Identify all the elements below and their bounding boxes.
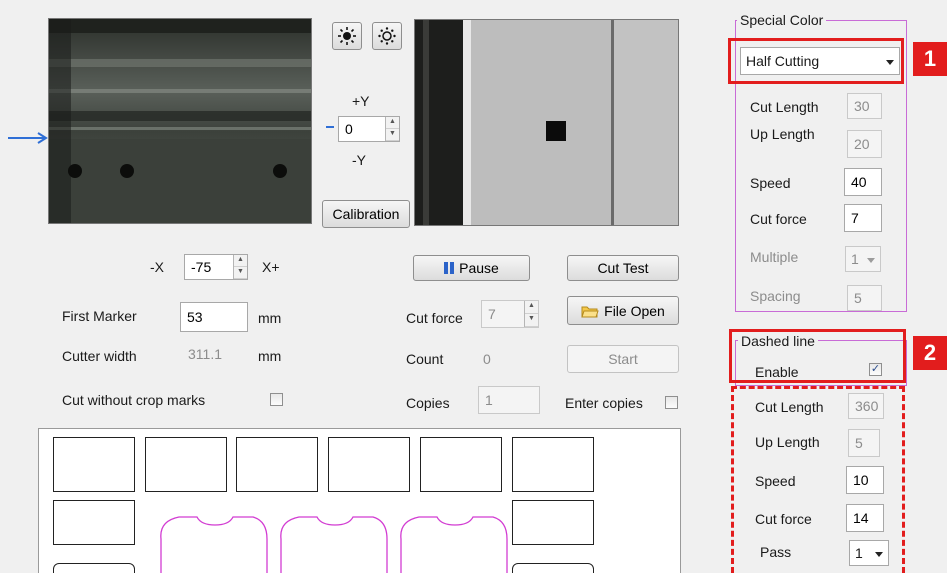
minus-y-label: -Y <box>352 152 366 168</box>
enter-copies-label: Enter copies <box>565 395 643 411</box>
cut-test-button[interactable]: Cut Test <box>567 255 679 281</box>
dl-pass-dropdown[interactable]: 1 <box>849 540 889 566</box>
chevron-down-icon <box>875 552 883 557</box>
chevron-down-icon <box>886 60 894 65</box>
cut-without-crop-checkbox[interactable] <box>270 393 283 406</box>
pause-icon <box>444 262 455 274</box>
special-color-mode-dropdown[interactable]: Half Cutting <box>740 47 900 75</box>
pause-label: Pause <box>459 260 499 276</box>
sc-spacing-value: 5 <box>854 290 862 306</box>
dl-up-length-label: Up Length <box>755 434 820 450</box>
brightness-up-button[interactable] <box>332 22 362 50</box>
callout-badge-1: 1 <box>913 42 947 76</box>
dl-pass-value: 1 <box>855 545 863 561</box>
pause-button[interactable]: Pause <box>413 255 530 281</box>
copies-label: Copies <box>406 395 450 411</box>
first-marker-label: First Marker <box>62 308 137 324</box>
y-offset-value: 0 <box>345 121 353 137</box>
dashed-line-title: Dashed line <box>738 333 818 349</box>
sc-speed-input[interactable]: 40 <box>844 168 882 196</box>
x-offset-value: -75 <box>191 259 212 275</box>
cut-force-input: 7 ▲ ▼ <box>481 300 539 328</box>
folder-icon <box>581 306 599 317</box>
sc-cut-length-input: 30 <box>847 93 882 119</box>
file-open-label: File Open <box>604 302 665 319</box>
x-offset-input[interactable]: -75 ▲ ▼ <box>184 254 248 280</box>
first-marker-input[interactable]: 53 <box>180 302 248 332</box>
sc-up-length-input: 20 <box>847 130 882 158</box>
dl-cut-force-label: Cut force <box>755 511 812 527</box>
x-offset-arrow <box>8 132 48 144</box>
sc-cut-force-input[interactable]: 7 <box>844 204 882 232</box>
dashed-enable-label: Enable <box>755 364 799 380</box>
dl-cut-length-label: Cut Length <box>755 399 824 415</box>
plus-x-label: X+ <box>262 259 280 275</box>
sc-up-length-label: Up Length <box>750 126 815 142</box>
sun-outline-icon <box>378 27 396 45</box>
special-color-title: Special Color <box>737 12 827 28</box>
copies-input: 1 <box>478 386 540 414</box>
y-offset-marker <box>326 126 334 128</box>
x-offset-spinner[interactable]: ▲ ▼ <box>233 255 247 279</box>
sc-cut-length-value: 30 <box>854 98 870 114</box>
camera-view-left <box>48 18 312 224</box>
dl-up-length-input: 5 <box>848 429 880 457</box>
chevron-down-icon <box>867 258 875 263</box>
cutter-width-label: Cutter width <box>62 348 137 364</box>
special-color-mode-value: Half Cutting <box>746 53 820 69</box>
cut-preview-area <box>38 428 681 573</box>
sc-multiple-label: Multiple <box>750 249 799 265</box>
calibration-button[interactable]: Calibration <box>322 200 410 228</box>
dl-pass-label: Pass <box>760 544 792 560</box>
cutting-dialog: +Y 0 ▲ ▼ -Y Calibration -X -75 ▲ ▼ X+ Paus… <box>0 0 947 573</box>
cut-force-value: 7 <box>488 306 496 322</box>
file-open-button[interactable]: File Open <box>567 296 679 325</box>
brightness-down-button[interactable] <box>372 22 402 50</box>
dl-cut-force-value: 14 <box>853 510 869 526</box>
dashed-enable-checkbox[interactable]: ✓ <box>869 363 882 376</box>
dl-speed-input[interactable]: 10 <box>846 466 884 494</box>
cutter-width-value: 311.1 <box>188 346 222 362</box>
sc-speed-label: Speed <box>750 175 791 191</box>
sc-cut-force-value: 7 <box>851 210 859 226</box>
sun-icon <box>338 27 356 45</box>
preview-shapes <box>160 516 508 573</box>
y-offset-input[interactable]: 0 ▲ ▼ <box>338 116 400 142</box>
camera-view-right <box>414 19 679 226</box>
sc-spacing-label: Spacing <box>750 288 801 304</box>
minus-x-label: -X <box>150 259 164 275</box>
dl-cut-force-input[interactable]: 14 <box>846 504 884 532</box>
sc-cut-length-label: Cut Length <box>750 99 819 115</box>
count-value: 0 <box>483 351 491 367</box>
dl-cut-length-input: 360 <box>848 393 884 419</box>
camera-image <box>49 19 311 223</box>
enter-copies-checkbox[interactable] <box>665 396 678 409</box>
first-marker-unit: mm <box>258 310 282 326</box>
y-offset-spinner[interactable]: ▲ ▼ <box>385 117 399 141</box>
dl-up-length-value: 5 <box>855 435 863 451</box>
cutter-width-unit: mm <box>258 348 282 364</box>
first-marker-value: 53 <box>187 309 203 325</box>
dl-speed-label: Speed <box>755 473 796 489</box>
camera-image-right <box>415 20 678 225</box>
start-button: Start <box>567 345 679 373</box>
dl-cut-length-value: 360 <box>855 398 879 414</box>
cut-force-label: Cut force <box>406 310 463 326</box>
sc-up-length-value: 20 <box>854 136 870 152</box>
sc-spacing-input: 5 <box>847 285 882 311</box>
plus-y-label: +Y <box>352 93 370 109</box>
sc-cut-force-label: Cut force <box>750 211 807 227</box>
copies-value: 1 <box>485 392 493 408</box>
sc-multiple-value: 1 <box>851 251 859 267</box>
count-label: Count <box>406 351 444 367</box>
cut-without-crop-label: Cut without crop marks <box>62 392 206 408</box>
callout-badge-2: 2 <box>913 336 947 370</box>
cut-force-spinner: ▲ ▼ <box>524 301 538 327</box>
dl-speed-value: 10 <box>853 472 869 488</box>
sc-multiple-dropdown: 1 <box>845 246 881 272</box>
sc-speed-value: 40 <box>851 174 867 190</box>
